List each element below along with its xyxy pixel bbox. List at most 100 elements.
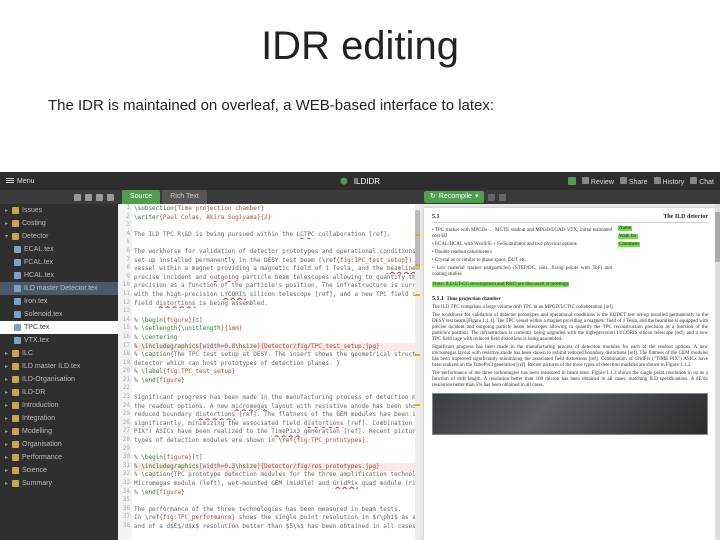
menu-label: Menu <box>17 178 35 185</box>
editor-line[interactable]: vessel within a magnet providing a magne… <box>134 265 420 274</box>
caret-icon: ▸ <box>4 441 9 448</box>
file-tree-file[interactable]: ILD master Detector.tex <box>0 282 118 295</box>
tab-richtext[interactable]: Rich Text <box>162 190 207 204</box>
file-tree-folder[interactable]: ▸ILD-DR <box>0 386 118 399</box>
file-tree-folder[interactable]: ▸Performance <box>0 451 118 464</box>
file-tree-folder[interactable]: ▸Modelling <box>0 425 118 438</box>
editor-line[interactable] <box>134 308 420 317</box>
editor-line[interactable]: % \includegraphics[width=0.8\hsize]{Dete… <box>134 343 420 352</box>
editor-line[interactable]: field distortions is being assembled. <box>134 300 420 309</box>
editor-line[interactable]: precision as a function of the particle'… <box>134 282 420 291</box>
editor-line[interactable]: % \caption{The TPC test setup at DESY. T… <box>134 351 420 360</box>
editor-line[interactable]: % \centering <box>134 334 420 343</box>
file-tree-folder[interactable]: ▸ILD-Organisation <box>0 373 118 386</box>
editor-line[interactable] <box>134 446 420 455</box>
pdf-preview-pane[interactable]: 5.1 The ILD detector • TPC tracker with … <box>420 204 720 540</box>
editor-line[interactable]: % \setlength{\unitlength}{1mm} <box>134 325 420 334</box>
scrollbar-thumb[interactable] <box>715 212 720 262</box>
folder-icon <box>12 454 19 461</box>
share-button[interactable]: Share <box>620 177 648 186</box>
editor-line[interactable]: detector which can host prototypes of de… <box>134 360 420 369</box>
editor-line[interactable]: and of a d$E$/d$x$ resolution better tha… <box>134 523 420 532</box>
editor-line[interactable]: with the high-precision LYCORIS silicon … <box>134 291 420 300</box>
file-tree-folder[interactable]: ▾Detector <box>0 230 118 243</box>
editor-line[interactable] <box>134 222 420 231</box>
track-changes-icon[interactable] <box>568 177 576 185</box>
editor-line[interactable]: set-up installed permanently in the DESY… <box>134 257 420 266</box>
editor-line[interactable]: Micromegas module (left), wet-mounted GE… <box>134 480 420 489</box>
slide-title: IDR editing <box>0 0 720 69</box>
editor-line[interactable]: reduced boundary distortions [ref]. The … <box>134 411 420 420</box>
editor-line[interactable]: PIX") ASICs have been realized to the Ti… <box>134 428 420 437</box>
folder-icon <box>12 376 19 383</box>
editor-line[interactable]: % \begin{figure}[t] <box>134 454 420 463</box>
file-tree-label: Solenoid.tex <box>24 311 63 318</box>
new-folder-icon[interactable] <box>85 194 92 201</box>
editor-pane[interactable]: 1234567891011121314151617181920212223242… <box>118 204 420 540</box>
editor-line[interactable]: The workhorse for validation of detector… <box>134 248 420 257</box>
file-icon <box>14 311 21 318</box>
file-tree-folder[interactable]: ▸Summary <box>0 477 118 490</box>
editor-line[interactable]: types of detection modules are shown in … <box>134 437 420 446</box>
file-tree-label: Costing <box>22 220 46 227</box>
file-tree-folder[interactable]: ▸Costing <box>0 217 118 230</box>
file-tree-folder[interactable]: ▸Organisation <box>0 438 118 451</box>
editor-line[interactable]: % \caption{TPC prototype detection modul… <box>134 471 420 480</box>
file-tree-folder[interactable]: ▸ILC <box>0 347 118 360</box>
editor-line[interactable] <box>134 239 420 248</box>
tab-source[interactable]: Source <box>122 190 160 204</box>
editor-line[interactable]: % \label{fig:TPC_test_setup} <box>134 368 420 377</box>
editor-line[interactable]: In \ref{fig:TPC_performance} shows the s… <box>134 514 420 523</box>
rename-icon[interactable] <box>107 194 114 201</box>
pdf-download-icon[interactable] <box>488 194 495 201</box>
editor-line[interactable]: The performance of the three technologie… <box>134 506 420 515</box>
file-tree-file[interactable]: Solenoid.tex <box>0 308 118 321</box>
editor-line[interactable]: % \end{figure} <box>134 489 420 498</box>
preview-subsection-title: Time projection chamber <box>447 297 501 302</box>
editor-line[interactable]: % \begin{figure}[t] <box>134 317 420 326</box>
logs-icon[interactable] <box>499 194 506 201</box>
editor-line[interactable]: The ILD TPC R\&D is being pursued within… <box>134 231 420 240</box>
file-tree-folder[interactable]: ▸Introduction <box>0 399 118 412</box>
editor-line[interactable]: the readout options. A new micromegas la… <box>134 403 420 412</box>
editor-line[interactable]: \writer{Paul Colas, Akira Sugiyama}{2} <box>134 214 420 223</box>
review-button[interactable]: Review <box>582 177 614 186</box>
editor-line[interactable]: \subsection{Time projection chamber} <box>134 205 420 214</box>
file-tree-folder[interactable]: ▸Science <box>0 464 118 477</box>
file-tree-file[interactable]: Iron.tex <box>0 295 118 308</box>
file-tree-file[interactable]: HCAL.tex <box>0 269 118 282</box>
overleaf-app: Menu ⬢ ILDIDR Review Share History Chat <box>0 172 720 540</box>
editor-line[interactable] <box>134 497 420 506</box>
preview-scrollbar[interactable] <box>715 204 720 540</box>
editor-line[interactable]: % \includegraphics[width=0.3\hsize]{Dete… <box>134 463 420 472</box>
editor-line[interactable]: precise incident and outgoing particle b… <box>134 274 420 283</box>
recompile-button[interactable]: ↻ Recompile ▾ <box>424 191 484 203</box>
file-tree-file[interactable]: FCAL.tex <box>0 256 118 269</box>
file-tree-file[interactable]: TPC.tex <box>0 321 118 334</box>
editor-line[interactable]: % \end{figure} <box>134 377 420 386</box>
chat-button[interactable]: Chat <box>690 177 714 186</box>
editor-toolbar: Source Rich Text ↻ Recompile ▾ <box>0 190 720 204</box>
editor-content[interactable]: \subsection{Time projection chamber}\wri… <box>134 204 420 532</box>
editor-line[interactable]: significantly, minimizing the associated… <box>134 420 420 429</box>
folder-icon <box>12 480 19 487</box>
history-button[interactable]: History <box>654 177 685 186</box>
file-icon <box>14 337 21 344</box>
file-tree-folder[interactable]: ▸ILD master ILD.tex <box>0 360 118 373</box>
preview-note-highlight: Note: ILD ET-CC development and R&D are … <box>432 282 569 287</box>
upload-icon[interactable] <box>96 194 103 201</box>
history-icon <box>654 177 661 184</box>
menu-button[interactable]: Menu <box>6 178 35 185</box>
file-tree-folder[interactable]: ▸Integration <box>0 412 118 425</box>
file-tree-file[interactable]: VTX.tex <box>0 334 118 347</box>
slide-subtitle: The IDR is maintained on overleaf, a WEB… <box>0 69 720 124</box>
preview-section-title: The ILD detector <box>663 214 708 220</box>
editor-line[interactable] <box>134 385 420 394</box>
file-tree-file[interactable]: ECAL.tex <box>0 243 118 256</box>
file-tree-folder[interactable]: ▸Issues <box>0 204 118 217</box>
editor-line[interactable]: Significant progress has been made in th… <box>134 394 420 403</box>
caret-icon: ▸ <box>4 402 9 409</box>
file-tree[interactable]: ▸Issues▸Costing▾DetectorECAL.texFCAL.tex… <box>0 204 118 540</box>
pdf-page: 5.1 The ILD detector • TPC tracker with … <box>424 208 716 540</box>
new-file-icon[interactable] <box>74 194 81 201</box>
